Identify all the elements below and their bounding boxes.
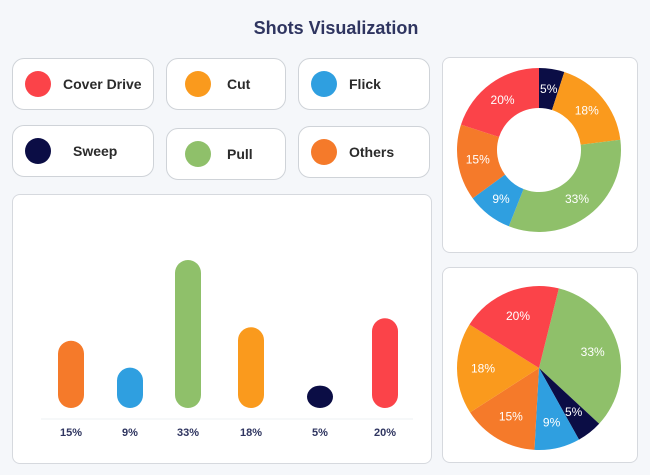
donut-chart-card: 5% 18% 33% 9% 15% 20% (442, 57, 638, 253)
legend-swatch (311, 71, 337, 97)
bar-tick-label: 20% (374, 427, 396, 439)
legend-label: Flick (349, 76, 381, 92)
bar-chart: 15% 9% 33% 18% 5% 20% (41, 260, 413, 439)
legend-item-sweep[interactable]: Sweep (12, 125, 154, 177)
slice-label-pull: 33% (565, 192, 589, 206)
slice-label-cut: 18% (575, 103, 599, 117)
slice-label-others: 15% (499, 409, 523, 423)
slice-pull[interactable] (508, 139, 621, 232)
donut-chart: 5% 18% 33% 9% 15% 20% (457, 68, 621, 232)
bar-tick-label: 15% (60, 427, 82, 439)
slice-label-sweep: 5% (565, 405, 583, 419)
bar-tick-label: 33% (177, 427, 199, 439)
legend-item-pull[interactable]: Pull (166, 128, 286, 180)
legend-item-flick[interactable]: Flick (298, 58, 430, 110)
bar-cut[interactable] (238, 327, 264, 408)
slice-label-cover-drive: 20% (491, 93, 515, 107)
bar-flick[interactable] (117, 367, 143, 408)
legend-label: Others (349, 144, 395, 160)
bar-sweep[interactable] (307, 385, 333, 408)
legend-swatch (25, 71, 51, 97)
slice-label-sweep: 5% (540, 82, 558, 96)
bar-tick-label: 9% (122, 427, 138, 439)
bar-others[interactable] (58, 340, 84, 408)
legend-item-cut[interactable]: Cut (166, 58, 286, 110)
legend-label: Sweep (73, 143, 118, 159)
bar-chart-card: 15% 9% 33% 18% 5% 20% (12, 194, 432, 464)
slice-label-others: 15% (466, 153, 490, 167)
legend-label: Cut (227, 76, 251, 92)
slice-label-cover-drive: 20% (506, 309, 530, 323)
legend-swatch (185, 141, 211, 167)
bar-tick-label: 5% (312, 427, 328, 439)
legend-swatch (185, 71, 211, 97)
legend-item-others[interactable]: Others (298, 126, 430, 178)
slice-label-flick: 9% (543, 416, 561, 430)
bar-tick-label: 18% (240, 427, 262, 439)
legend-swatch (311, 139, 337, 165)
slice-label-cut: 18% (471, 361, 495, 375)
page-title: Shots Visualization (253, 18, 419, 38)
bar-pull[interactable] (175, 260, 201, 408)
slice-label-flick: 9% (492, 192, 510, 206)
legend-item-cover-drive[interactable]: Cover Drive (12, 58, 154, 110)
pie-chart: 33% 5% 9% 15% 18% 20% (457, 286, 621, 450)
legend-label: Pull (227, 146, 253, 162)
legend-swatch (25, 138, 51, 164)
pie-chart-card: 33% 5% 9% 15% 18% 20% (442, 267, 638, 463)
slice-label-pull: 33% (581, 345, 605, 359)
legend-label: Cover Drive (63, 76, 142, 92)
bar-cover-drive[interactable] (372, 318, 398, 408)
